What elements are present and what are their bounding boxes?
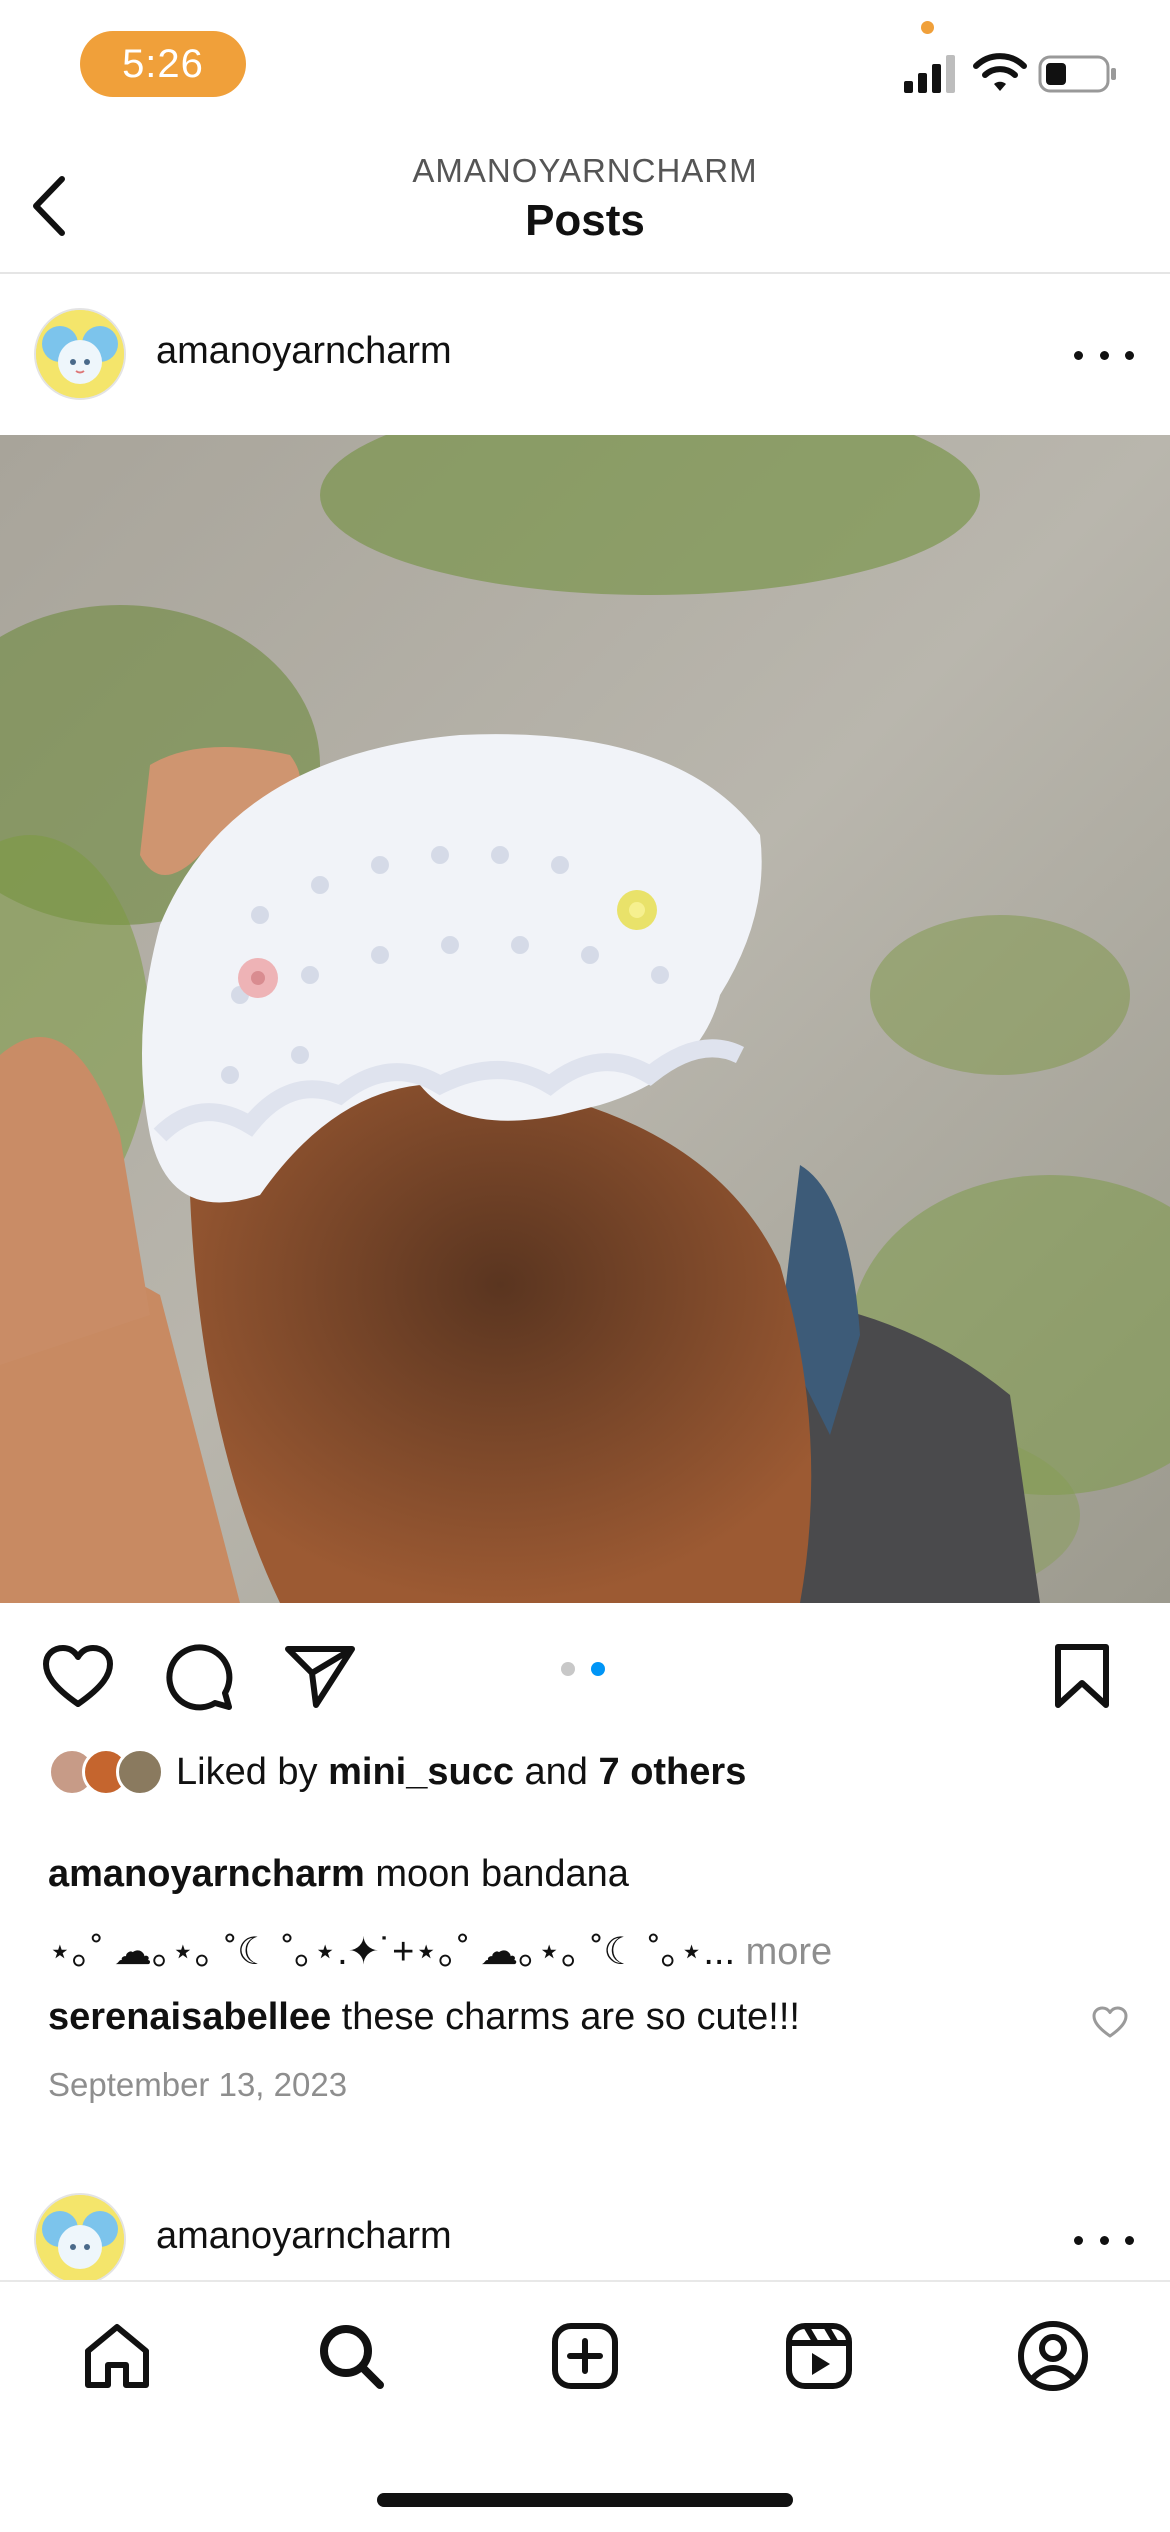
carousel-dot-active	[591, 1662, 605, 1676]
plus-square-icon	[552, 2323, 618, 2389]
wifi-icon	[973, 53, 1027, 91]
send-icon	[285, 1646, 355, 1708]
post-options-button[interactable]	[1074, 340, 1134, 370]
tab-bar-divider	[0, 2280, 1170, 2282]
dot-icon	[1099, 350, 1109, 360]
post-photo[interactable]	[0, 435, 1170, 1603]
comment-row: serenaisabellee these charms are so cute…	[48, 1996, 800, 2039]
header-subtitle: AMANOYARNCHARM	[412, 152, 758, 189]
caption-emoji-text: ⋆｡˚ ☁︎｡⋆｡ ˚☾ ˚｡⋆.✦˙+⋆｡˚ ☁︎｡⋆｡ ˚☾ ˚｡⋆...	[48, 1931, 736, 1973]
liked-by-and: and	[513, 1750, 599, 1793]
reels-icon	[786, 2323, 852, 2389]
caption-username[interactable]: amanoyarncharm	[48, 1853, 365, 1895]
avatar-image	[36, 310, 124, 398]
profile-tab[interactable]	[1008, 2316, 1098, 2396]
dot-icon	[1074, 350, 1083, 360]
profile-icon	[1018, 2321, 1088, 2391]
comment-bubble-icon	[166, 1644, 233, 1711]
battery-icon	[1038, 55, 1116, 93]
dot-icon	[1125, 2235, 1134, 2245]
liked-by-others[interactable]: 7 others	[599, 1751, 747, 1794]
home-tab[interactable]	[72, 2316, 162, 2396]
search-icon	[320, 2325, 384, 2389]
home-indicator	[377, 2493, 793, 2507]
dot-icon	[1099, 2235, 1109, 2245]
heart-icon	[43, 1645, 113, 1707]
avatar	[116, 1748, 164, 1796]
signal-icon	[904, 55, 955, 93]
home-icon	[85, 2324, 149, 2388]
carousel-dot	[561, 1662, 575, 1676]
save-button[interactable]	[1040, 1636, 1124, 1716]
share-button[interactable]	[278, 1636, 362, 1716]
dot-icon	[1125, 350, 1134, 360]
caption-emoji-line: ⋆｡˚ ☁︎｡⋆｡ ˚☾ ˚｡⋆.✦˙+⋆｡˚ ☁︎｡⋆｡ ˚☾ ˚｡⋆... …	[48, 1920, 832, 1975]
page-title: Posts	[525, 196, 645, 245]
comment-text: these charms are so cute!!!	[331, 1996, 800, 2038]
header-divider	[0, 272, 1170, 274]
comment-like-button[interactable]	[1088, 2002, 1132, 2042]
bookmark-icon	[1055, 1644, 1109, 1708]
status-time: 5:26	[80, 31, 246, 97]
search-tab[interactable]	[306, 2316, 396, 2396]
post-author-avatar[interactable]	[34, 308, 126, 400]
liked-by-prefix: Liked by	[176, 1750, 329, 1793]
reels-tab[interactable]	[774, 2316, 864, 2396]
liked-by-user[interactable]: mini_succ	[328, 1751, 514, 1794]
comment-username[interactable]: serenaisabellee	[48, 1996, 331, 2038]
like-button[interactable]	[36, 1636, 120, 1716]
post-author-avatar[interactable]	[34, 2193, 126, 2285]
liker-avatars	[48, 1748, 164, 1796]
post-caption: amanoyarncharm moon bandana	[48, 1810, 629, 1896]
post-author-username[interactable]: amanoyarncharm	[156, 2215, 452, 2258]
avatar-image	[36, 2195, 124, 2283]
post-options-button[interactable]	[1074, 2225, 1134, 2255]
post-author-username[interactable]: amanoyarncharm	[156, 330, 452, 373]
caption-text: moon bandana	[364, 1853, 629, 1895]
crochet-hat-photo	[0, 435, 1170, 1603]
privacy-indicator-dot	[921, 21, 934, 34]
post-date: September 13, 2023	[48, 2066, 348, 2103]
likes-summary[interactable]: Liked by mini_succ and 7 others	[48, 1748, 746, 1796]
more-link[interactable]: more	[735, 1931, 833, 1973]
heart-icon	[1092, 2006, 1128, 2038]
create-tab[interactable]	[540, 2316, 630, 2396]
dot-icon	[1074, 2235, 1083, 2245]
comment-button[interactable]	[158, 1636, 242, 1716]
